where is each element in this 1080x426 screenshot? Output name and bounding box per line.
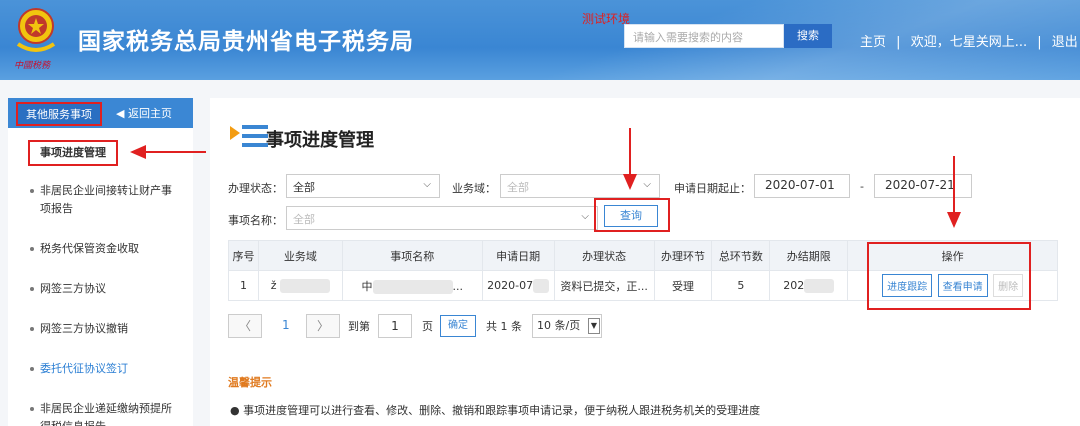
top-nav: 主页 | 欢迎，七星关网上... | 退出 <box>860 31 1080 50</box>
bullet-icon <box>30 287 34 291</box>
column-header: 序号 <box>228 240 259 271</box>
date-from-input[interactable]: 2020-07-01 <box>754 174 850 198</box>
nav-separator: | <box>896 35 901 50</box>
prev-page-button[interactable]: 〈 <box>228 314 262 338</box>
status-label: 办理状态： <box>228 182 283 195</box>
sidebar-tab-other-services[interactable]: 其他服务事项 <box>16 102 102 126</box>
bullet-icon <box>30 407 34 411</box>
date-range-label: 申请日期起止： <box>674 182 751 195</box>
back-arrow-icon: ◀ <box>116 107 128 120</box>
redacted-block <box>533 278 550 293</box>
item-name-label: 事项名称： <box>228 214 283 227</box>
column-header: 业务域 <box>257 240 343 271</box>
column-header: 事项名称 <box>341 240 483 271</box>
sidebar-item-label: 非居民企业间接转让财产事项报告 <box>40 184 172 215</box>
sidebar-item-label: 事项进度管理 <box>28 140 118 166</box>
cell-index: 1 <box>228 270 259 301</box>
chevron-down-icon: ⌵ <box>643 179 651 190</box>
domain-label: 业务域： <box>452 182 496 195</box>
test-env-label: 测试环境 <box>582 12 631 26</box>
cell-item-name: 中... <box>341 270 483 301</box>
status-select[interactable]: 全部 ⌵ <box>286 174 440 198</box>
operations-highlight <box>867 242 1031 310</box>
sidebar-item-label: 税务代保管资金收取 <box>40 242 139 255</box>
nav-welcome-link[interactable]: 欢迎，七星关网上... <box>911 35 1027 50</box>
confirm-page-button[interactable]: 确定 <box>440 315 476 337</box>
annotation-arrow-down-icon <box>623 128 637 190</box>
tips-title: 温馨提示 <box>228 376 272 389</box>
cell-status: 资料已提交，正... <box>553 270 655 301</box>
page-size-value: 10 条/页 <box>537 319 581 332</box>
page-unit-label: 页 <box>422 320 433 333</box>
nav-logout-link[interactable]: 退出 <box>1052 35 1078 50</box>
redacted-block <box>372 279 453 294</box>
sidebar-header: 其他服务事项 ◀ 返回主页 <box>8 98 193 128</box>
goto-label: 到第 <box>348 320 370 333</box>
back-home-link[interactable]: ◀ 返回主页 <box>116 105 172 121</box>
column-header: 总环节数 <box>711 240 771 271</box>
domain-placeholder: 全部 <box>507 181 529 194</box>
cell-domain: ž <box>257 270 343 301</box>
cell-item-name-tail: ... <box>452 279 464 293</box>
cell-item-name-text: 中 <box>361 279 373 293</box>
chevron-down-icon: ⌵ <box>581 211 589 222</box>
bullet-icon <box>30 247 34 251</box>
cell-date-text: 2020-07 <box>487 278 534 292</box>
chevron-down-icon: ⌵ <box>423 179 431 190</box>
site-title: 国家税务总局贵州省电子税务局 <box>78 29 414 55</box>
annotation-arrow-down-icon <box>947 156 961 228</box>
bullet-icon <box>30 327 34 331</box>
sidebar-item-label: 非居民企业递延缴纳预提所得税信息报告 <box>40 402 172 426</box>
query-button-highlight: 查询 <box>594 198 670 232</box>
redacted-block <box>804 278 835 293</box>
page-title: 事项进度管理 <box>266 130 374 151</box>
column-header: 申请日期 <box>481 240 555 271</box>
back-home-label: 返回主页 <box>127 107 172 120</box>
tips-line: ● 事项进度管理可以进行查看、修改、删除、撤销和跟踪事项申请记录，便于纳税人跟进… <box>230 402 760 418</box>
tax-emblem-icon <box>16 8 56 52</box>
item-name-placeholder: 全部 <box>293 213 315 226</box>
main-panel: 事项进度管理 办理状态： 全部 ⌵ 业务域： 全部 ⌵ 申请日期起止： 2020… <box>210 98 1080 426</box>
goto-page-input[interactable]: 1 <box>378 314 412 338</box>
cell-domain-text: ž <box>270 278 277 292</box>
date-separator: - <box>860 180 864 193</box>
column-header: 办理状态 <box>553 240 655 271</box>
query-button[interactable]: 查询 <box>604 205 658 227</box>
status-value: 全部 <box>293 181 315 194</box>
redacted-block <box>280 278 331 293</box>
current-page-number[interactable]: 1 <box>282 318 290 332</box>
cell-total-steps: 5 <box>711 270 771 301</box>
cell-step: 受理 <box>653 270 713 301</box>
cell-date: 2020-07 <box>481 270 555 301</box>
site-header: 中國税務 国家税务总局贵州省电子税务局 测试环境 请输入需要搜索的内容 搜索 主… <box>0 0 1080 80</box>
search-button[interactable]: 搜索 <box>784 24 832 48</box>
dropdown-arrow-icon: ▼ <box>588 318 600 334</box>
sidebar-item-label: 委托代征协议签订 <box>40 362 128 375</box>
cell-deadline-text: 202 <box>783 278 805 292</box>
sidebar-item-label: 网签三方协议 <box>40 282 106 295</box>
search-input[interactable]: 请输入需要搜索的内容 <box>624 24 784 48</box>
bullet-icon: ● <box>230 404 244 417</box>
nav-separator: | <box>1037 35 1042 50</box>
tips-line-text: 事项进度管理可以进行查看、修改、删除、撤销和跟踪事项申请记录，便于纳税人跟进税务… <box>243 404 761 417</box>
emblem-caption: 中國税務 <box>14 61 51 71</box>
bullet-icon <box>30 367 34 371</box>
next-page-button[interactable]: 〉 <box>306 314 340 338</box>
item-name-select[interactable]: 全部 ⌵ <box>286 206 598 230</box>
nav-home-link[interactable]: 主页 <box>860 35 886 50</box>
sidebar-item-label: 网签三方协议撤销 <box>40 322 128 335</box>
column-header: 办结期限 <box>769 240 849 271</box>
column-header: 办理环节 <box>653 240 713 271</box>
total-count: 共 1 条 <box>486 320 522 333</box>
cell-deadline: 202 <box>769 270 849 301</box>
page-size-select[interactable]: 10 条/页 ▼ <box>532 314 602 338</box>
progress-list-icon <box>230 125 268 147</box>
annotation-arrow-left-icon <box>130 145 206 159</box>
bullet-icon <box>30 189 34 193</box>
